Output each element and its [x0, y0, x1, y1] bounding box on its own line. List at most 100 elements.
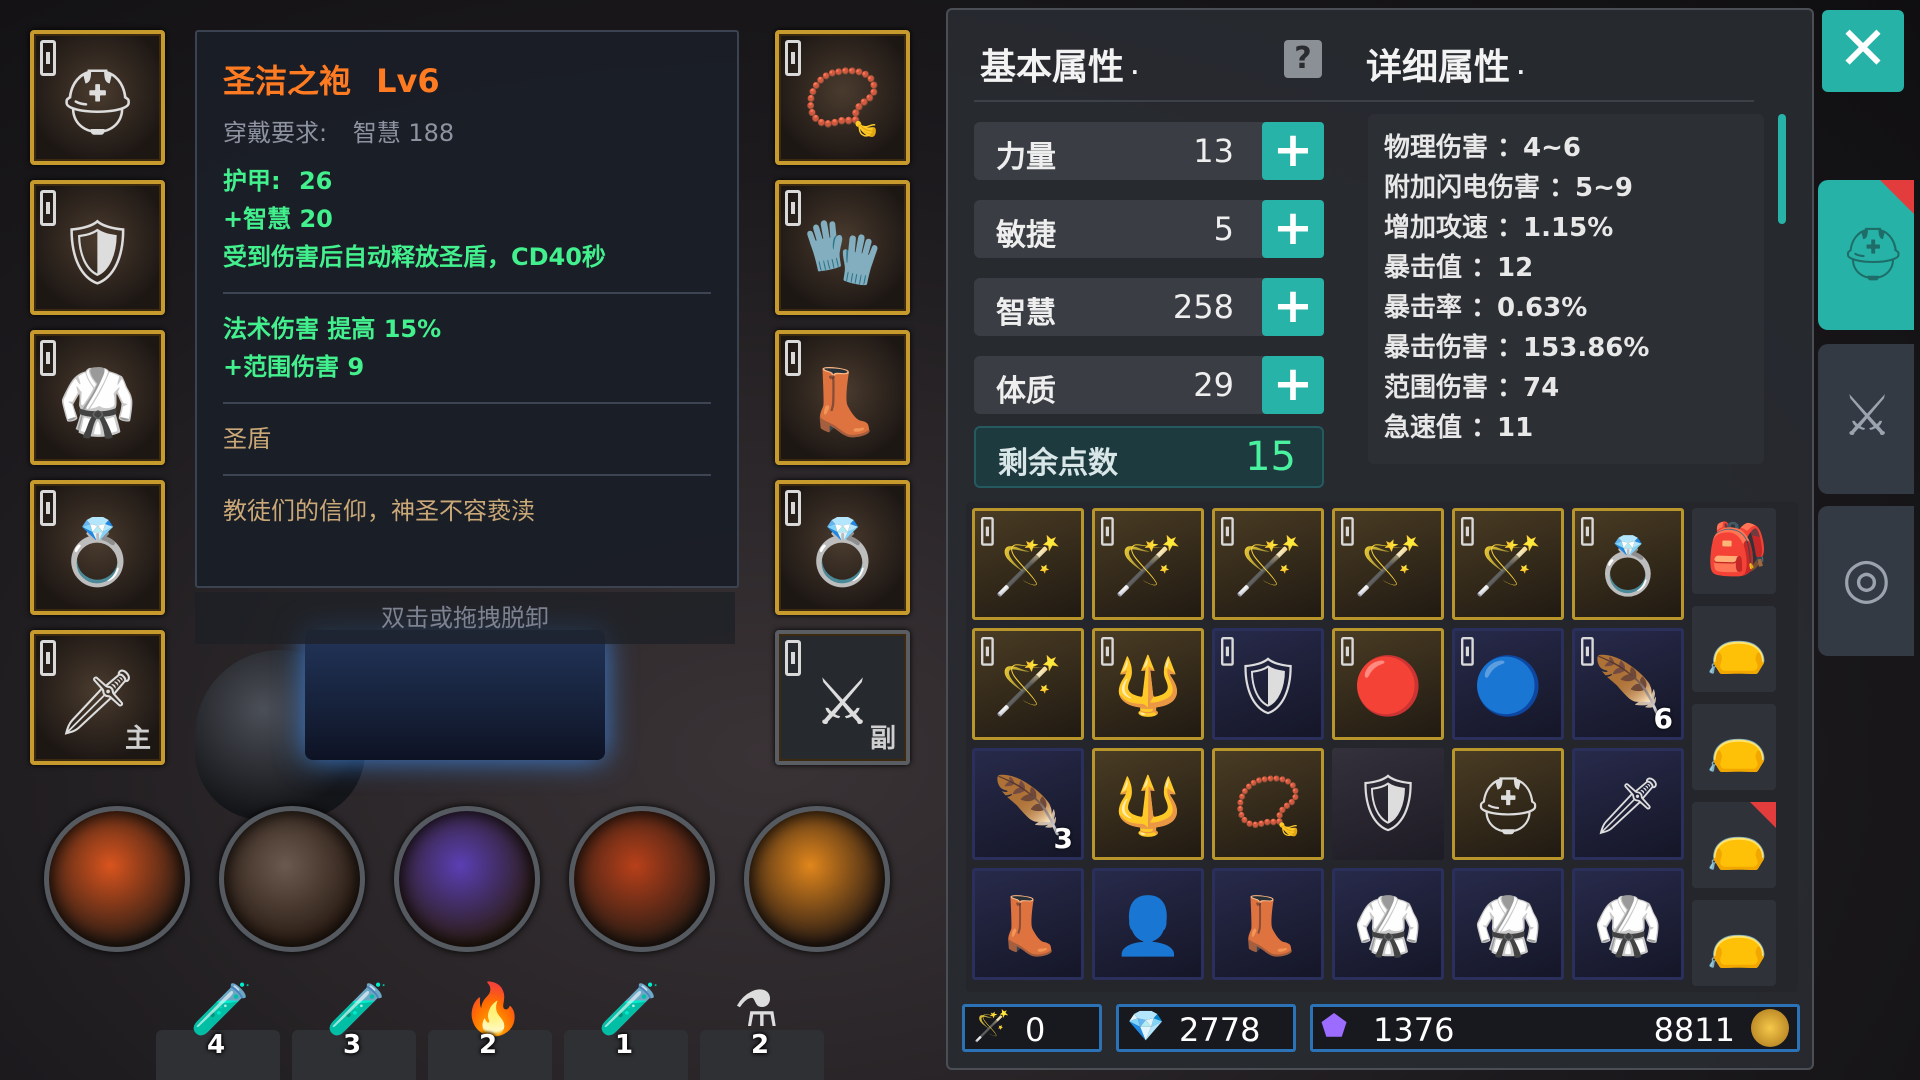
inventory-cell[interactable]: 🥋 — [1332, 868, 1444, 980]
wand-icon: 🪄 — [973, 1009, 1011, 1044]
item-aoe-damage: +范围伤害 9 — [223, 353, 365, 381]
potion-slot[interactable]: 🧪 3 — [322, 980, 388, 1060]
tab-equipment[interactable]: ⛑ — [1818, 180, 1914, 330]
stat-name: 力量 — [996, 140, 1056, 175]
equipment-slot[interactable]: 💍 — [775, 480, 910, 615]
tab-skills[interactable]: ⚔ — [1818, 344, 1914, 494]
meteor-skill-icon[interactable] — [44, 806, 190, 952]
amulet-icon: 📿 — [1233, 774, 1303, 839]
close-button[interactable]: ✕ — [1822, 10, 1904, 92]
inventory-cell[interactable]: 🪄 — [1332, 508, 1444, 620]
slot-tag: 副 — [869, 724, 896, 754]
boots-icon: 👢 — [1233, 894, 1303, 959]
tab-settings[interactable]: ◎ — [1818, 506, 1914, 656]
bag-slot[interactable]: 🎒 — [1692, 508, 1776, 594]
inventory-cell[interactable]: 📿 — [1212, 748, 1324, 860]
equipment-slot[interactable]: ⛑ — [30, 30, 165, 165]
inventory-cell[interactable]: 🥋 — [1572, 868, 1684, 980]
inventory-cell[interactable]: 🪄 — [972, 628, 1084, 740]
equipment-slot[interactable]: 🥋 — [30, 330, 165, 465]
unequip-hint: 双击或拖拽脱卸 — [195, 592, 735, 644]
flame-burst-skill-icon[interactable] — [744, 806, 890, 952]
new-badge — [1750, 802, 1776, 828]
item-magic-damage: 法术伤害 提高 15% — [223, 315, 442, 343]
equipment-slot[interactable]: 📿 — [775, 30, 910, 165]
item-bonus-int: +智慧 20 — [223, 205, 333, 233]
potion-slot[interactable]: 🔥 2 — [458, 980, 524, 1060]
inventory-cell[interactable]: 🔵 — [1452, 628, 1564, 740]
item-count: 6 — [1653, 702, 1673, 735]
inventory-cell[interactable]: 🥋 — [1452, 868, 1564, 980]
equipment-slot[interactable]: ⚔ 副 — [775, 630, 910, 765]
staff-icon: 🪄 — [993, 654, 1063, 719]
equipment-slot[interactable]: 💍 — [30, 480, 165, 615]
detail-attributes-title: 详细属性 · — [1366, 47, 1525, 88]
inventory-cell[interactable]: 🪄 — [1212, 508, 1324, 620]
inventory-cell[interactable]: 👢 — [972, 868, 1084, 980]
spear-icon: 🔱 — [1113, 654, 1183, 719]
wand-currency: 🪄 0 — [962, 1004, 1102, 1052]
fire-ice-skill-icon[interactable] — [394, 806, 540, 952]
add-point-button[interactable]: + — [1262, 122, 1324, 180]
inventory-cell[interactable]: 🛡 — [1332, 748, 1444, 860]
potion-count: 2 — [478, 1030, 498, 1060]
crystal-icon: ⬟ — [1321, 1009, 1348, 1044]
bag-slot[interactable]: 👝 — [1692, 900, 1776, 986]
inventory-cell[interactable]: 🔴 — [1332, 628, 1444, 740]
bag-slot[interactable]: 👝 — [1692, 802, 1776, 888]
potion-slot[interactable]: 🧪 1 — [594, 980, 660, 1060]
gold-count: 8811 — [1653, 1011, 1735, 1049]
slot-tag: 主 — [124, 724, 151, 754]
item-effect: 受到伤害后自动释放圣盾，CD40秒 — [223, 243, 606, 271]
inventory-cell[interactable]: 🔱 — [1092, 628, 1204, 740]
inventory-cell[interactable]: 🗡 — [1572, 748, 1684, 860]
inventory-cell[interactable]: 🛡 — [1212, 628, 1324, 740]
inventory-cell[interactable]: 🪄 — [1452, 508, 1564, 620]
inventory-cell[interactable]: 👤 — [1092, 868, 1204, 980]
inventory-cell[interactable]: 🔱 — [1092, 748, 1204, 860]
staff-icon: 🪄 — [1113, 534, 1183, 599]
amulet-icon: 📿 — [802, 66, 883, 140]
potion-count: 1 — [614, 1030, 634, 1060]
add-point-button[interactable]: + — [1262, 356, 1324, 414]
stat-row: 智慧 258 + — [974, 278, 1324, 336]
inventory-grid: 🪄 🪄 🪄 🪄 🪄 💍 🪄 🔱 🛡 🔴 🔵 🪶 6 🪶 3 🔱 📿 🛡 ⛑ 🗡 👢 👤 👢 🥋 🥋 🥋 — [966, 502, 1798, 992]
header-divider — [974, 100, 1754, 102]
gold-coin-icon — [1751, 1009, 1789, 1047]
inventory-cell[interactable]: 💍 — [1572, 508, 1684, 620]
add-point-button[interactable]: + — [1262, 200, 1324, 258]
potion-slot[interactable]: ⚗ 2 — [730, 980, 790, 1060]
help-icon[interactable]: ? — [1284, 40, 1322, 78]
add-point-button[interactable]: + — [1262, 278, 1324, 336]
equipment-slot[interactable]: 👢 — [775, 330, 910, 465]
hood-skill-icon[interactable] — [219, 806, 365, 952]
equipment-slot[interactable]: 🗡 主 — [30, 630, 165, 765]
item-count: 3 — [1053, 822, 1073, 855]
stat-name: 敏捷 — [996, 218, 1056, 253]
bag-slot[interactable]: 👝 — [1692, 704, 1776, 790]
boots-icon: 👢 — [802, 366, 883, 440]
equipment-slot[interactable]: 🛡 — [30, 180, 165, 315]
inventory-cell[interactable]: 👢 — [1212, 868, 1324, 980]
detail-line: 暴击值 ：12 — [1384, 253, 1534, 283]
gloves-icon: 🧤 — [802, 216, 883, 290]
fireball-skill-icon[interactable] — [569, 806, 715, 952]
item-level: Lv6 — [376, 62, 440, 100]
wand-count: 0 — [1025, 1011, 1046, 1049]
inventory-cell[interactable]: 🪄 — [1092, 508, 1204, 620]
robe-icon: 🥋 — [57, 366, 138, 440]
detail-attributes-box[interactable]: 物理伤害 ：4~6 附加闪电伤害 ：5~9 增加攻速 ：1.15% 暴击值 ：12 暴击… — [1368, 114, 1764, 464]
inventory-cell[interactable]: 🪶 6 — [1572, 628, 1684, 740]
detail-scrollbar[interactable] — [1778, 114, 1786, 224]
equipment-slot[interactable]: 🧤 — [775, 180, 910, 315]
item-requirement: 穿戴要求: 智慧 188 — [223, 114, 711, 152]
potion-slot[interactable]: 🧪 4 — [186, 980, 252, 1060]
shoulder-armor-icon: 🛡 — [56, 216, 139, 290]
staff-icon: 🪄 — [993, 534, 1063, 599]
inventory-cell[interactable]: 🪶 3 — [972, 748, 1084, 860]
bag-slot[interactable]: 👝 — [1692, 606, 1776, 692]
detail-line: 范围伤害 ：74 — [1384, 373, 1560, 403]
inventory-cell[interactable]: ⛑ — [1452, 748, 1564, 860]
inventory-cell[interactable]: 🪄 — [972, 508, 1084, 620]
stat-row: 力量 13 + — [974, 122, 1324, 180]
